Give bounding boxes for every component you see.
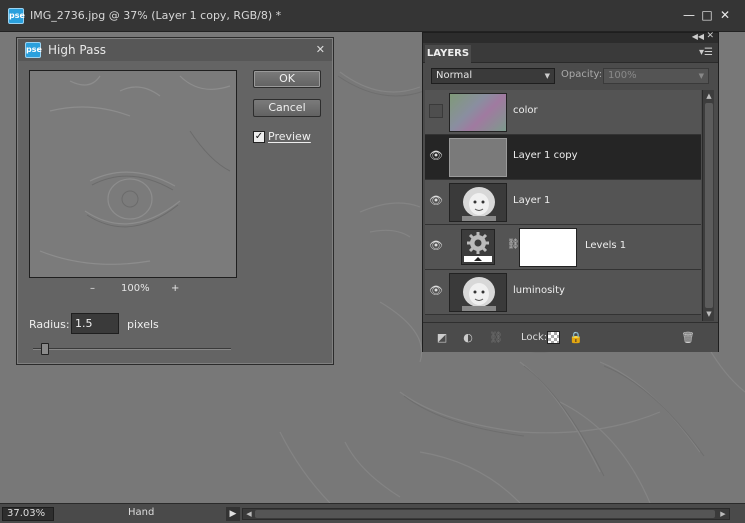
high-pass-dialog: pse High Pass ✕ – 100% + OK Cancel ✓ Pre… [16,37,334,365]
link-layers-icon[interactable]: ⛓ [489,331,503,345]
layer-mask-thumbnail[interactable] [519,228,577,267]
dialog-app-icon: pse [25,42,42,58]
blend-mode-value: Normal [436,70,473,81]
layer-row-layer-1-copy[interactable]: 👁 Layer 1 copy [425,135,701,180]
horizontal-scrollbar[interactable]: ◀ ▶ [242,508,730,520]
panel-header-strip: ◀◀ ✕ [423,31,718,43]
maximize-button[interactable]: □ [700,8,714,22]
panel-close-icon[interactable]: ✕ [706,31,714,41]
layers-panel: ◀◀ ✕ LAYERS ▾☰ Normal ▼ Opacity: 100% ▼ … [422,31,719,352]
layers-scrollbar[interactable]: ▲ ▼ [702,90,714,321]
opacity-value: 100% [608,70,637,81]
status-menu-arrow-icon[interactable]: ▶ [226,507,240,521]
preview-checkbox[interactable]: ✓ [253,131,265,143]
panel-tab-row: LAYERS ▾☰ [423,43,718,63]
gear-icon [464,232,492,262]
eye-icon[interactable]: 👁 [429,149,443,163]
layer-name: color [513,105,538,116]
cancel-button[interactable]: Cancel [253,99,321,117]
levels-adjustment-icon [461,229,495,265]
layer-thumbnail [449,93,507,132]
portrait-thumbnail [450,274,506,311]
layer-name: Layer 1 copy [513,150,578,161]
window-title: IMG_2736.jpg @ 37% (Layer 1 copy, RGB/8)… [30,9,282,22]
scroll-right-icon[interactable]: ▶ [718,509,728,519]
layer-thumbnail [449,183,507,222]
new-layer-icon[interactable]: ◩ [435,331,449,345]
portrait-thumbnail [450,184,506,221]
preview-eye-image [30,71,236,277]
layer-name: Layer 1 [513,195,551,206]
adjustment-layer-icon[interactable]: ◐ [461,331,475,345]
dialog-title: High Pass [48,43,106,57]
trash-icon[interactable]: 🗑 [681,331,695,345]
eye-icon[interactable]: 👁 [429,284,443,298]
current-tool-label: Hand [128,507,155,518]
dialog-close-button[interactable]: ✕ [316,43,325,56]
visibility-toggle-off[interactable] [429,104,443,118]
ok-button[interactable]: OK [253,70,321,88]
blend-mode-select[interactable]: Normal ▼ [431,68,555,84]
panel-menu-icon[interactable]: ▾☰ [699,47,713,58]
layer-list: color 👁 Layer 1 copy 👁 Layer 1 👁 ⛓ Level… [425,90,701,321]
radius-slider-track[interactable] [33,348,231,350]
radius-unit-label: pixels [127,318,159,331]
scroll-down-icon[interactable]: ▼ [704,309,714,319]
scrollbar-thumb[interactable] [705,103,713,308]
preview-label: Preview [268,130,311,143]
minimize-button[interactable]: — [682,8,696,22]
zoom-in-button[interactable]: + [171,283,179,294]
lock-transparency-icon[interactable] [547,331,560,344]
filter-preview[interactable] [29,70,237,278]
radius-input[interactable] [71,313,119,334]
zoom-level-field[interactable]: 37.03% [2,507,54,521]
layer-row-levels-1[interactable]: 👁 ⛓ Levels 1 [425,225,701,270]
eye-icon[interactable]: 👁 [429,239,443,253]
preview-zoom-value: 100% [121,283,150,294]
dialog-titlebar: pse High Pass ✕ [18,39,332,61]
status-bar: 37.03% Hand ▶ ◀ ▶ [0,503,745,523]
window-close-button[interactable]: ✕ [718,8,732,22]
scroll-left-icon[interactable]: ◀ [244,509,254,519]
chevron-down-icon: ▼ [698,72,704,80]
layers-footer: ◩ ◐ ⛓ Lock: 🔒 🗑 [423,322,718,352]
scrollbar-thumb[interactable] [255,510,715,518]
radius-label: Radius: [29,318,70,331]
tab-layers[interactable]: LAYERS [425,45,471,63]
layer-thumbnail [449,138,507,177]
radius-slider-thumb[interactable] [40,343,49,355]
eye-icon[interactable]: 👁 [429,194,443,208]
scroll-up-icon[interactable]: ▲ [704,91,714,101]
layer-thumbnail [449,273,507,312]
lock-label: Lock: [521,332,548,343]
link-icon[interactable]: ⛓ [507,239,520,253]
layer-row-luminosity[interactable]: 👁 luminosity [425,270,701,315]
opacity-label: Opacity: [561,69,603,80]
app-icon: pse [8,8,25,24]
collapse-panel-icon[interactable]: ◀◀ [692,32,704,41]
lock-icon[interactable]: 🔒 [569,331,583,345]
opacity-field[interactable]: 100% ▼ [603,68,709,84]
window-titlebar: pse IMG_2736.jpg @ 37% (Layer 1 copy, RG… [0,0,745,32]
chevron-down-icon: ▼ [544,72,550,80]
layer-row-color[interactable]: color [425,90,701,135]
layer-name: luminosity [513,285,565,296]
zoom-out-button[interactable]: – [90,283,95,294]
layer-name: Levels 1 [585,240,627,251]
layer-row-layer-1[interactable]: 👁 Layer 1 [425,180,701,225]
